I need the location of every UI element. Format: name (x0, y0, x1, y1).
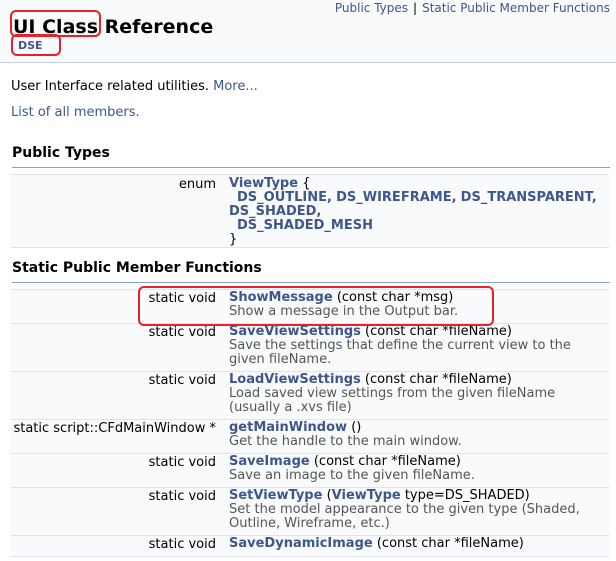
enum-open-brace: { (302, 176, 311, 191)
header-summary-nav: Public Types | Static Public Member Functi… (335, 1, 610, 15)
enum-value-link[interactable]: DS_TRANSPARENT, (461, 190, 597, 205)
member-args: () (347, 420, 362, 435)
member-link-setviewtype[interactable]: SetViewType (229, 488, 322, 503)
member-args-open: ( (322, 488, 332, 503)
row-separator (11, 247, 609, 248)
member-link-saveviewsettings[interactable]: SaveViewSettings (229, 324, 361, 339)
highlight-box-dse (11, 34, 61, 56)
member-description: Get the handle to the main window. (229, 434, 462, 449)
enum-keyword: enum (178, 177, 216, 192)
row-separator (11, 556, 609, 557)
enum-viewtype-link[interactable]: ViewType (229, 176, 298, 191)
member-return-type: static void (148, 537, 216, 552)
highlight-box-title (10, 10, 101, 37)
member-return-type: static void (148, 373, 216, 388)
enum-declaration: ViewType { DS_OUTLINE, DS_WIREFRAME, DS_… (229, 177, 609, 247)
member-args: (const char *fileName) (360, 324, 513, 339)
member-return-type: static void (148, 455, 216, 470)
highlight-box-showmessage (138, 286, 494, 326)
member-args: (const char *fileName) (309, 454, 461, 469)
member-description: Save the settings that define the curren… (229, 338, 571, 367)
member-return-type: static void (148, 325, 216, 340)
brief-text: User Interface related utilities. (11, 79, 209, 94)
member-item: SaveImage (const char *fileName) Save an… (229, 455, 609, 483)
enum-value-link[interactable]: DS_WIREFRAME, (336, 190, 456, 205)
member-item: SaveDynamicImage (const char *fileName) (229, 537, 609, 551)
member-args: (const char *fileName) (372, 536, 524, 551)
enum-close-brace: } (229, 232, 238, 247)
nav-static-functions-link[interactable]: Static Public Member Functions (422, 1, 610, 15)
member-description: Set the model appearance to the given ty… (229, 502, 580, 531)
nav-separator: | (413, 1, 418, 15)
member-link-getmainwindow[interactable]: getMainWindow (229, 420, 347, 435)
more-link[interactable]: More... (213, 79, 258, 94)
member-link-saveimage[interactable]: SaveImage (229, 454, 310, 469)
member-item: LoadViewSettings (const char *fileName) … (229, 373, 609, 415)
member-return-type: static void (148, 489, 216, 504)
brief-description: User Interface related utilities. More..… (11, 79, 258, 94)
member-item: SetViewType (ViewType type=DS_SHADED) Se… (229, 489, 609, 531)
member-item: getMainWindow () Get the handle to the m… (229, 421, 609, 449)
enum-value-link[interactable]: DS_OUTLINE, (237, 190, 332, 205)
static-functions-heading: Static Public Member Functions (12, 260, 610, 283)
enum-value-link[interactable]: DS_SHADED_MESH (237, 218, 373, 233)
member-link-savedynamicimage[interactable]: SaveDynamicImage (229, 536, 373, 551)
member-description: Load saved view settings from the given … (229, 386, 556, 415)
member-item: SaveViewSettings (const char *fileName) … (229, 325, 609, 367)
enum-value-link[interactable]: DS_SHADED, (229, 204, 321, 219)
member-return-type: static script::CFdMainWindow * (13, 421, 216, 436)
member-arg-type-link[interactable]: ViewType (332, 488, 401, 503)
public-types-heading: Public Types (12, 145, 610, 168)
member-args: (const char *fileName) (360, 372, 512, 387)
member-args: type=DS_SHADED) (400, 488, 530, 503)
nav-public-types-link[interactable]: Public Types (335, 1, 408, 15)
member-link-loadviewsettings[interactable]: LoadViewSettings (229, 372, 361, 387)
all-members-link[interactable]: List of all members. (11, 105, 140, 120)
member-description: Save an image to the given fileName. (229, 468, 475, 483)
